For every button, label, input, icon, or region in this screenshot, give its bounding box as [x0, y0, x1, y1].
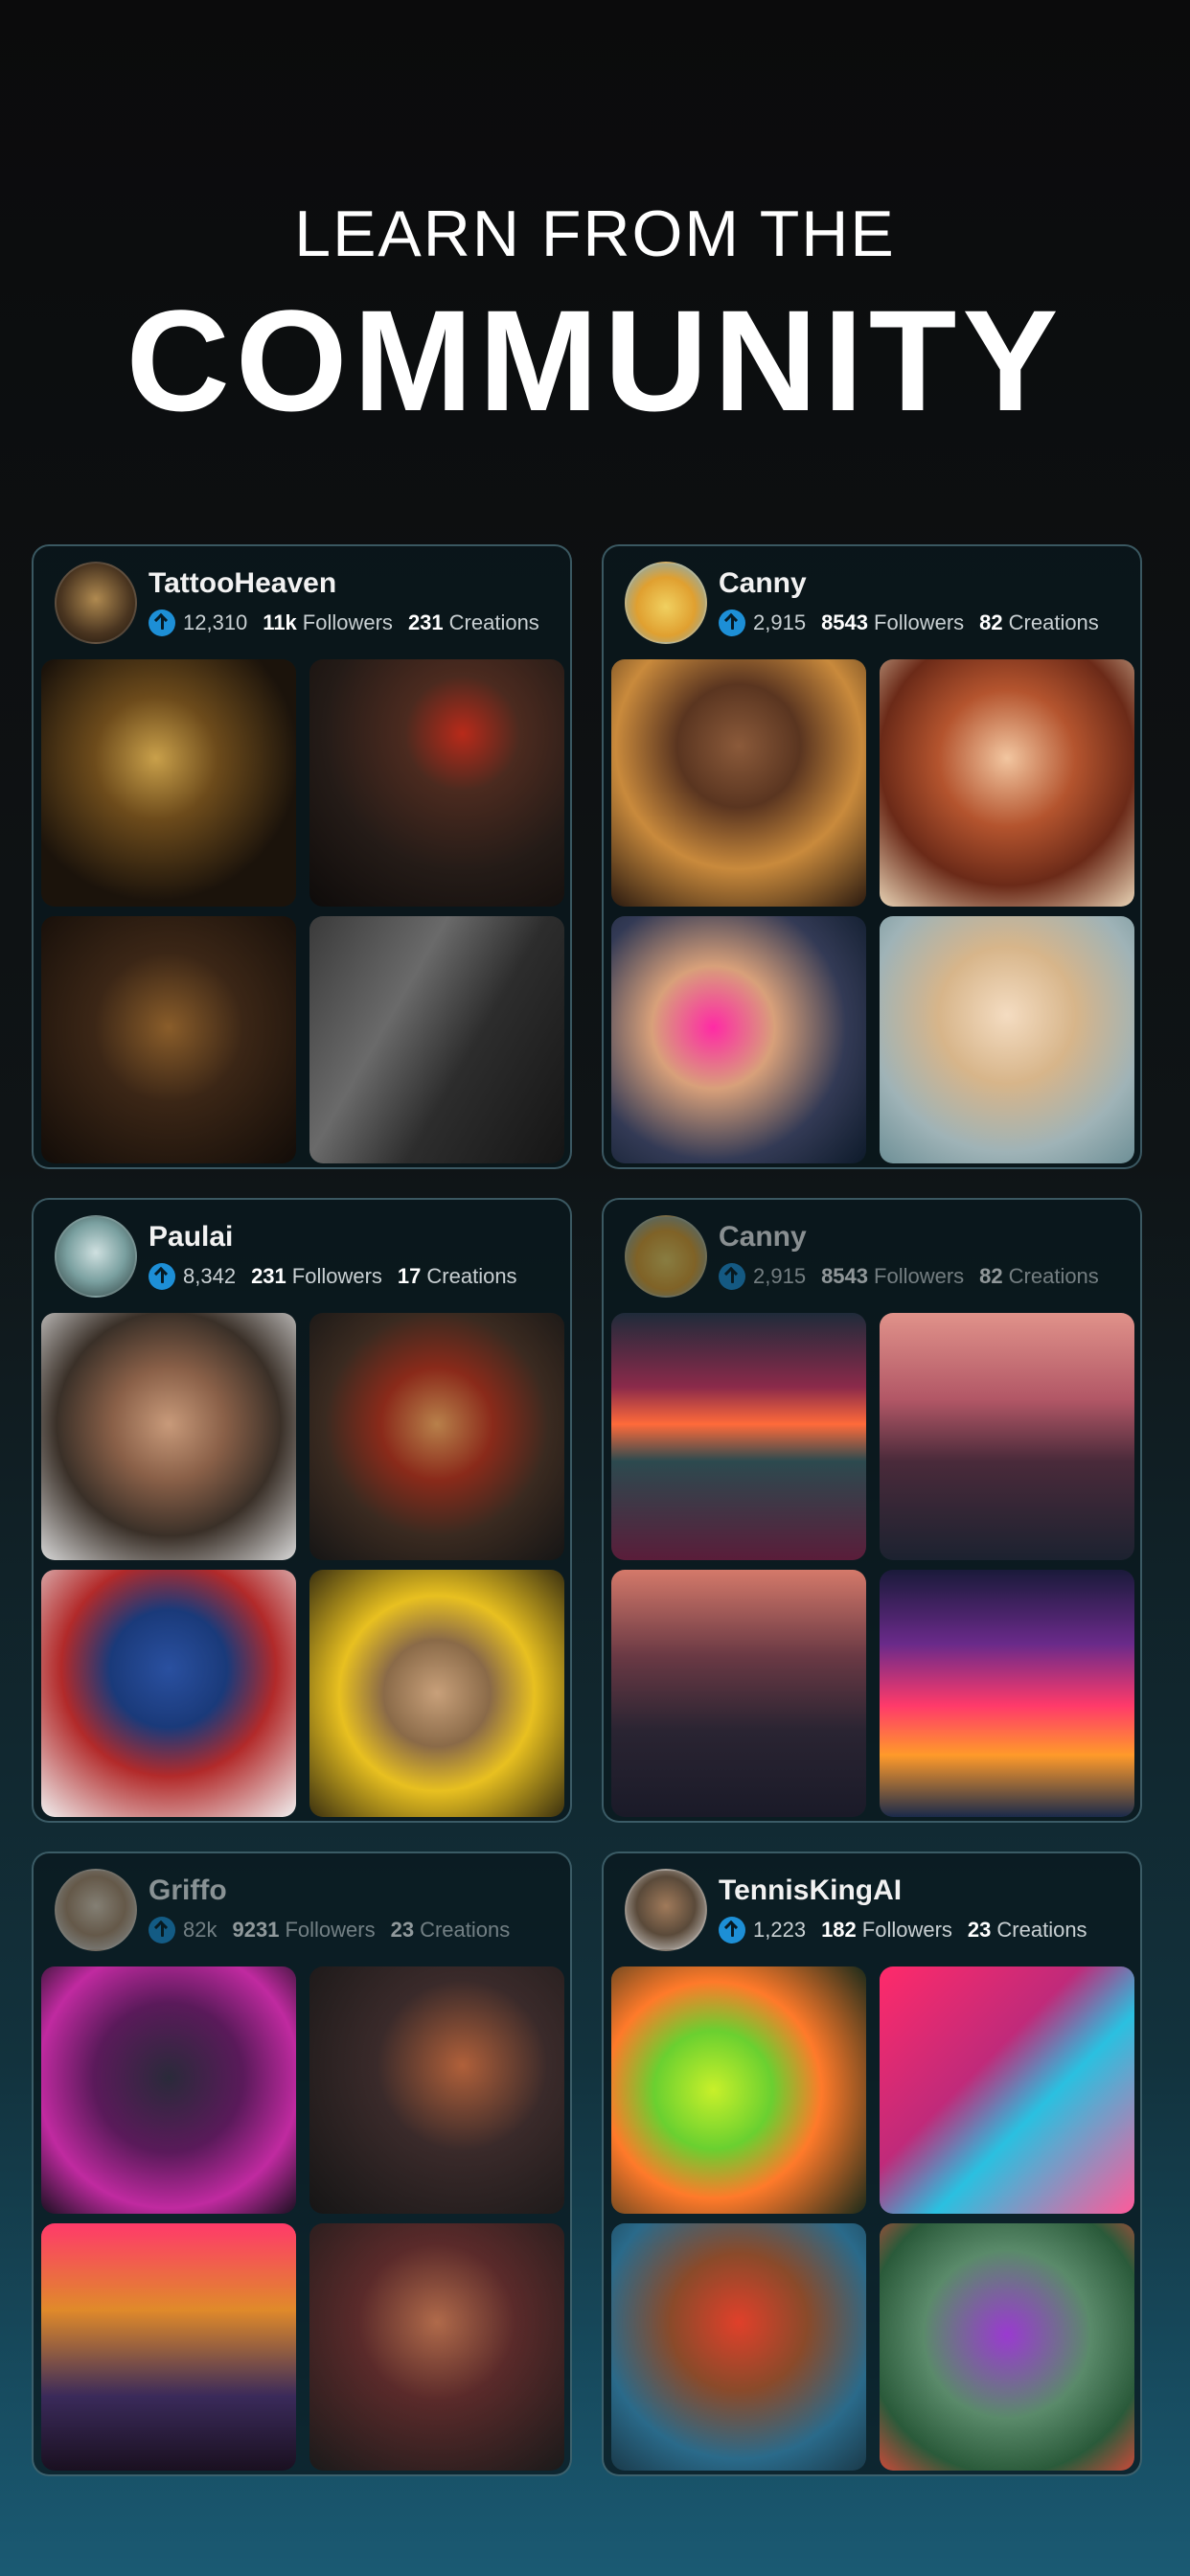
card-header: Canny 2,915 8543 Followers 82 Creations — [604, 1200, 1140, 1313]
stats: 12,310 11k Followers 231 Creations — [149, 610, 539, 636]
card-header: Canny 2,915 8543 Followers 82 Creations — [604, 546, 1140, 659]
score: 1,223 — [753, 1918, 807, 1942]
creations-label: Creations — [1008, 610, 1099, 634]
upvote-icon — [149, 1917, 175, 1944]
headline-small: LEARN FROM THE — [294, 197, 896, 270]
creations-label: Creations — [426, 1264, 517, 1288]
creation-grid — [611, 1313, 1134, 1817]
creation-thumbnail[interactable] — [880, 2223, 1134, 2471]
creations-count: 231 — [407, 610, 444, 634]
username[interactable]: Griffo — [149, 1874, 227, 1907]
score: 12,310 — [183, 610, 248, 634]
followers-count: 8543 — [821, 1264, 869, 1288]
upvote-icon — [149, 1263, 175, 1290]
username[interactable]: Canny — [719, 1221, 807, 1254]
card-header: TennisKingAI 1,223 182 Followers 23 Crea… — [604, 1853, 1140, 1966]
followers-label: Followers — [291, 1264, 382, 1288]
followers-count: 8543 — [821, 610, 869, 634]
creator-card-canny-landscapes[interactable]: Canny 2,915 8543 Followers 82 Creations — [602, 1198, 1142, 1823]
creations-count: 17 — [397, 1264, 422, 1288]
upvote-icon — [719, 610, 745, 636]
creations-label: Creations — [1008, 1264, 1099, 1288]
followers-count: 182 — [821, 1918, 857, 1942]
app-store-screenshot: LEARN FROM THE COMMUNITY TattooHeaven 12… — [0, 0, 1190, 2576]
followers-label: Followers — [874, 1264, 965, 1288]
score: 82k — [183, 1918, 217, 1942]
avatar[interactable] — [625, 1869, 707, 1951]
card-header: Paulai 8,342 231 Followers 17 Creations — [34, 1200, 570, 1313]
creator-card-paulai[interactable]: Paulai 8,342 231 Followers 17 Creations — [32, 1198, 572, 1823]
upvote-icon — [719, 1263, 745, 1290]
creation-thumbnail[interactable] — [880, 659, 1134, 907]
creation-thumbnail[interactable] — [41, 2223, 296, 2471]
creator-card-canny[interactable]: Canny 2,915 8543 Followers 82 Creations — [602, 544, 1142, 1169]
avatar[interactable] — [55, 1215, 137, 1298]
avatar[interactable] — [625, 562, 707, 644]
creation-thumbnail[interactable] — [611, 2223, 866, 2471]
creations-count: 23 — [967, 1918, 992, 1942]
creation-thumbnail[interactable] — [309, 916, 564, 1163]
creation-thumbnail[interactable] — [611, 659, 866, 907]
creation-thumbnail[interactable] — [880, 1966, 1134, 2214]
followers-count: 9231 — [232, 1918, 280, 1942]
score: 2,915 — [753, 1264, 807, 1288]
creations-count: 23 — [390, 1918, 415, 1942]
creation-thumbnail[interactable] — [41, 1570, 296, 1817]
creator-card-griffo[interactable]: Griffo 82k 9231 Followers 23 Creations — [32, 1852, 572, 2476]
creations-label: Creations — [996, 1918, 1087, 1942]
avatar[interactable] — [55, 562, 137, 644]
stats: 2,915 8543 Followers 82 Creations — [719, 1263, 1099, 1290]
followers-label: Followers — [285, 1918, 376, 1942]
upvote-icon — [719, 1917, 745, 1944]
stats: 2,915 8543 Followers 82 Creations — [719, 610, 1099, 636]
stats: 8,342 231 Followers 17 Creations — [149, 1263, 517, 1290]
creation-thumbnail[interactable] — [880, 1570, 1134, 1817]
creation-thumbnail[interactable] — [309, 1570, 564, 1817]
creation-thumbnail[interactable] — [309, 659, 564, 907]
stats: 82k 9231 Followers 23 Creations — [149, 1917, 510, 1944]
creation-thumbnail[interactable] — [41, 916, 296, 1163]
card-header: Griffo 82k 9231 Followers 23 Creations — [34, 1853, 570, 1966]
followers-label: Followers — [874, 610, 965, 634]
creation-thumbnail[interactable] — [309, 1313, 564, 1560]
username[interactable]: TennisKingAI — [719, 1874, 902, 1907]
creator-card-tattooheaven[interactable]: TattooHeaven 12,310 11k Followers 231 Cr… — [32, 544, 572, 1169]
creation-thumbnail[interactable] — [880, 916, 1134, 1163]
creation-grid — [611, 659, 1134, 1163]
stats: 1,223 182 Followers 23 Creations — [719, 1917, 1087, 1944]
creations-label: Creations — [420, 1918, 511, 1942]
creation-grid — [611, 1966, 1134, 2471]
creation-thumbnail[interactable] — [611, 1966, 866, 2214]
card-header: TattooHeaven 12,310 11k Followers 231 Cr… — [34, 546, 570, 659]
score: 8,342 — [183, 1264, 237, 1288]
creation-thumbnail[interactable] — [611, 1570, 866, 1817]
creation-thumbnail[interactable] — [611, 916, 866, 1163]
creation-thumbnail[interactable] — [309, 1966, 564, 2214]
creations-count: 82 — [979, 610, 1003, 634]
followers-count: 231 — [251, 1264, 286, 1288]
headline-big: COMMUNITY — [126, 280, 1064, 441]
creation-grid — [41, 1966, 564, 2471]
creations-label: Creations — [448, 610, 539, 634]
creations-count: 82 — [979, 1264, 1003, 1288]
score: 2,915 — [753, 610, 807, 634]
username[interactable]: Paulai — [149, 1221, 233, 1254]
creation-thumbnail[interactable] — [309, 2223, 564, 2471]
followers-count: 11k — [263, 610, 297, 634]
followers-label: Followers — [861, 1918, 952, 1942]
creation-grid — [41, 659, 564, 1163]
username[interactable]: Canny — [719, 567, 807, 600]
creation-thumbnail[interactable] — [41, 1966, 296, 2214]
creation-thumbnail[interactable] — [41, 659, 296, 907]
followers-label: Followers — [302, 610, 393, 634]
username[interactable]: TattooHeaven — [149, 567, 336, 600]
creation-grid — [41, 1313, 564, 1817]
creation-thumbnail[interactable] — [41, 1313, 296, 1560]
creation-thumbnail[interactable] — [880, 1313, 1134, 1560]
upvote-icon — [149, 610, 175, 636]
creation-thumbnail[interactable] — [611, 1313, 866, 1560]
avatar[interactable] — [625, 1215, 707, 1298]
avatar[interactable] — [55, 1869, 137, 1951]
creator-card-tenniskingai[interactable]: TennisKingAI 1,223 182 Followers 23 Crea… — [602, 1852, 1142, 2476]
